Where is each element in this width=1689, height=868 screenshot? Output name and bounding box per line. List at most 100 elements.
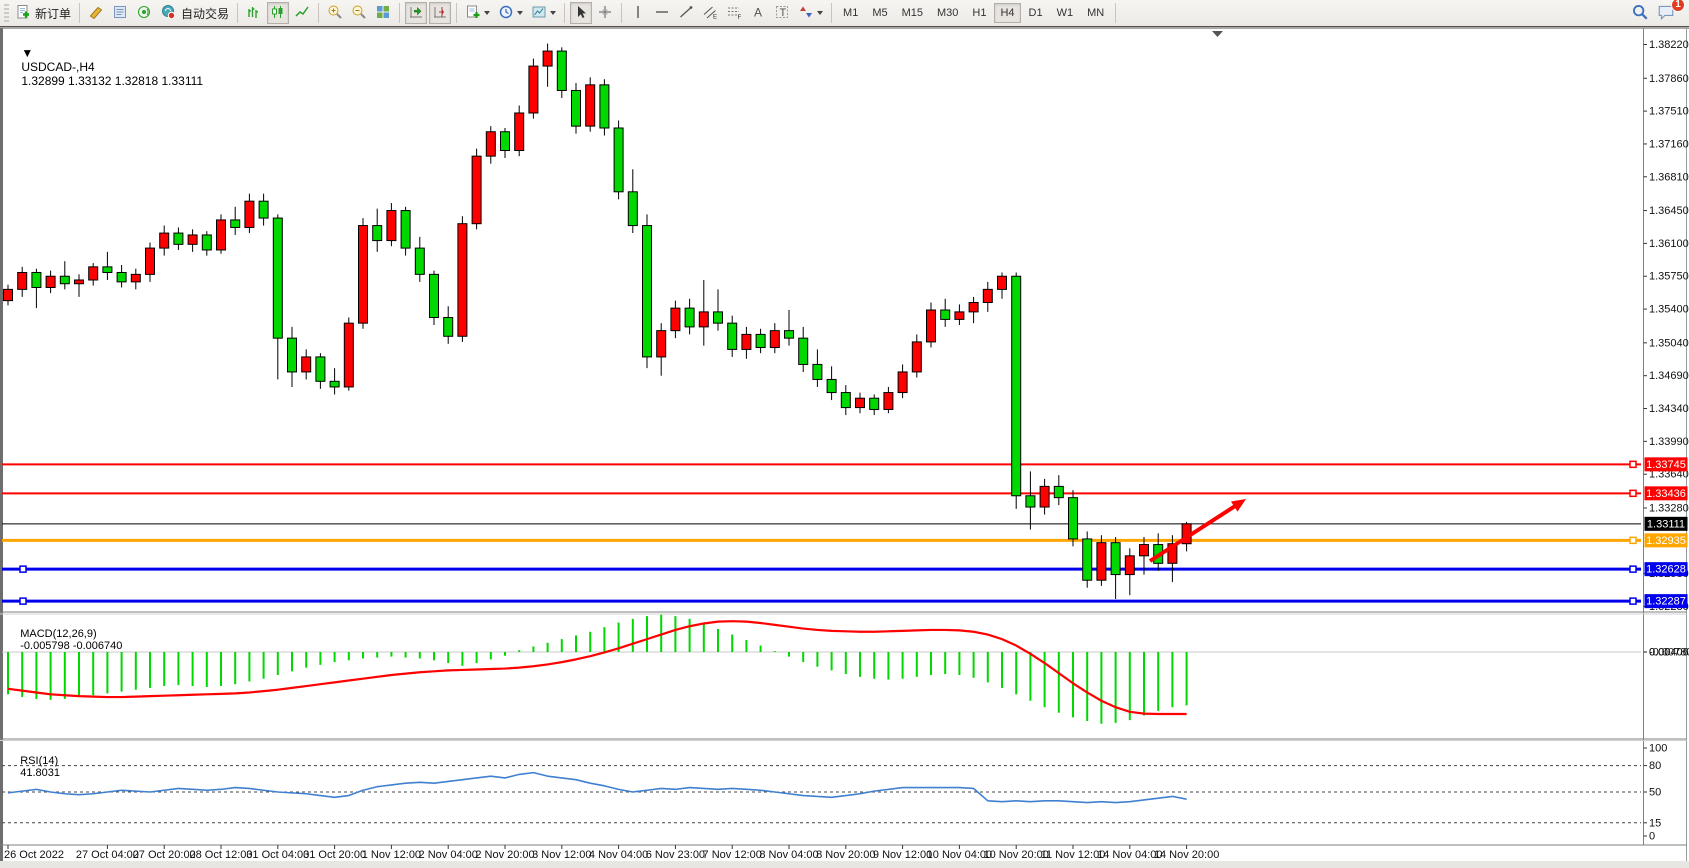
text-label-icon: T — [774, 4, 790, 23]
auto-scroll-icon — [408, 4, 424, 23]
rsi-value: 41.8031 — [20, 767, 60, 779]
line-left-handle[interactable] — [20, 566, 26, 572]
line-end-handle[interactable] — [1630, 537, 1636, 543]
time-axis-label: 31 Oct 20:00 — [303, 849, 366, 861]
tab-timeframe-M5[interactable]: M5 — [866, 3, 893, 23]
tab-timeframe-M15[interactable]: M15 — [896, 3, 929, 23]
price-tick-label: 1.35400 — [1649, 304, 1689, 316]
line-end-handle[interactable] — [1630, 461, 1636, 467]
macd-name: MACD(12,26,9) — [20, 628, 96, 640]
vertical-line-tool-button[interactable] — [627, 2, 649, 24]
line-left-handle[interactable] — [20, 598, 26, 604]
tab-timeframe-H1[interactable]: H1 — [966, 3, 992, 23]
line-chart-icon — [294, 4, 310, 23]
price-tick-label: 1.37860 — [1649, 73, 1689, 85]
zoom-in-button[interactable] — [324, 2, 346, 24]
chart-wizard-button[interactable] — [85, 2, 107, 24]
horizontal-line-icon — [654, 4, 670, 23]
tab-timeframe-D1[interactable]: D1 — [1023, 3, 1049, 23]
auto-scroll-button[interactable] — [405, 2, 427, 24]
price-tick-label: 1.33990 — [1649, 436, 1689, 448]
time-axis-label: 2 Nov 04:00 — [419, 849, 478, 861]
tab-timeframe-M1[interactable]: M1 — [837, 3, 864, 23]
time-axis-label: 4 Nov 04:00 — [589, 849, 648, 861]
text-a-icon: A — [750, 4, 766, 23]
time-axis-label: 27 Oct 20:00 — [133, 849, 196, 861]
line-end-handle[interactable] — [1630, 490, 1636, 496]
period-button[interactable] — [495, 2, 526, 24]
text-tool-button[interactable]: A — [747, 2, 769, 24]
symbol-marker-icon[interactable]: ▼ — [21, 46, 33, 60]
fibonacci-icon: F — [726, 4, 742, 23]
template-button[interactable] — [528, 2, 559, 24]
time-axis-label: 8 Nov 04:00 — [759, 849, 818, 861]
price-chart[interactable]: 1.382201.378601.375101.371601.368101.364… — [0, 0, 1689, 868]
price-tick-label: 1.33280 — [1649, 502, 1689, 514]
channel-tool-button[interactable]: E — [699, 2, 721, 24]
window-left-edge — [0, 28, 3, 868]
price-tick-label: 1.34690 — [1649, 370, 1689, 382]
fibonacci-tool-button[interactable]: F — [723, 2, 745, 24]
price-tag-value: 1.33745 — [1646, 459, 1686, 471]
equidistant-channel-icon: E — [702, 4, 718, 23]
time-axis-label: 28 Oct 12:00 — [190, 849, 253, 861]
price-tick-label: 1.35040 — [1649, 337, 1689, 349]
price-tick-label: 1.37510 — [1649, 106, 1689, 118]
search-button[interactable] — [1628, 2, 1652, 24]
chart-shift-button[interactable] — [429, 2, 451, 24]
rsi-tick-label: 80 — [1649, 760, 1661, 772]
separator — [237, 3, 238, 23]
zoom-out-button[interactable] — [348, 2, 370, 24]
add-indicator-icon — [465, 4, 481, 23]
chart-title: ▼ USDCAD-,H4 1.32899 1.33132 1.32818 1.3… — [8, 32, 203, 102]
add-indicator-button[interactable] — [462, 2, 493, 24]
cursor-tool-button[interactable] — [570, 2, 592, 24]
signal-button[interactable] — [133, 2, 155, 24]
news-button[interactable] — [109, 2, 131, 24]
tab-timeframe-W1[interactable]: W1 — [1051, 3, 1080, 23]
arrows-tool-button[interactable] — [795, 2, 826, 24]
rsi-indicator-label: RSI(14) 41.8031 — [8, 743, 60, 791]
horizontal-line-tool-button[interactable] — [651, 2, 673, 24]
candlestick-icon — [270, 4, 286, 23]
notification-badge[interactable]: 1 — [1671, 0, 1685, 12]
separator — [456, 3, 457, 23]
rsi-tick-label: 100 — [1649, 743, 1667, 755]
trendline-tool-button[interactable] — [675, 2, 697, 24]
time-axis-label: 27 Oct 04:00 — [76, 849, 139, 861]
time-axis-label: 3 Nov 12:00 — [532, 849, 591, 861]
vertical-line-icon — [630, 4, 646, 23]
bar-chart-button[interactable] — [243, 2, 265, 24]
tab-timeframe-H4[interactable]: H4 — [994, 3, 1020, 23]
rsi-tick-label: 15 — [1649, 817, 1661, 829]
news-icon — [112, 4, 128, 23]
svg-text:A: A — [754, 5, 762, 19]
line-chart-button[interactable] — [291, 2, 313, 24]
time-axis-label: 10 Nov 20:00 — [983, 849, 1048, 861]
svg-text:E: E — [713, 14, 717, 20]
crosshair-tool-button[interactable] — [594, 2, 616, 24]
new-order-button[interactable]: 新订单 — [12, 2, 74, 24]
candlestick-chart-button[interactable] — [267, 2, 289, 24]
tab-timeframe-M30[interactable]: M30 — [931, 3, 964, 23]
dropdown-caret — [484, 11, 490, 15]
text-label-tool-button[interactable]: T — [771, 2, 793, 24]
macd-indicator-label: MACD(12,26,9) -0.005798 -0.006740 — [8, 616, 122, 664]
zoom-out-icon — [351, 4, 367, 23]
line-end-handle[interactable] — [1630, 566, 1636, 572]
bar-chart-icon — [246, 4, 262, 23]
cursor-icon — [573, 4, 589, 23]
price-tick-label: 1.36100 — [1649, 238, 1689, 250]
price-tag-value: 1.33436 — [1646, 488, 1686, 500]
tile-windows-button[interactable] — [372, 2, 394, 24]
crosshair-icon — [597, 4, 613, 23]
auto-trading-label: 自动交易 — [181, 5, 229, 22]
price-tag-value: 1.33111 — [1647, 518, 1685, 530]
tab-timeframe-MN[interactable]: MN — [1081, 3, 1110, 23]
dropdown-caret — [517, 11, 523, 15]
new-order-icon — [15, 4, 31, 23]
time-axis-label: 11 Nov 12:00 — [1041, 849, 1106, 861]
line-end-handle[interactable] — [1630, 598, 1636, 604]
auto-trading-button[interactable]: 自动交易 — [157, 2, 232, 24]
time-axis-label: 6 Nov 23:00 — [646, 849, 705, 861]
